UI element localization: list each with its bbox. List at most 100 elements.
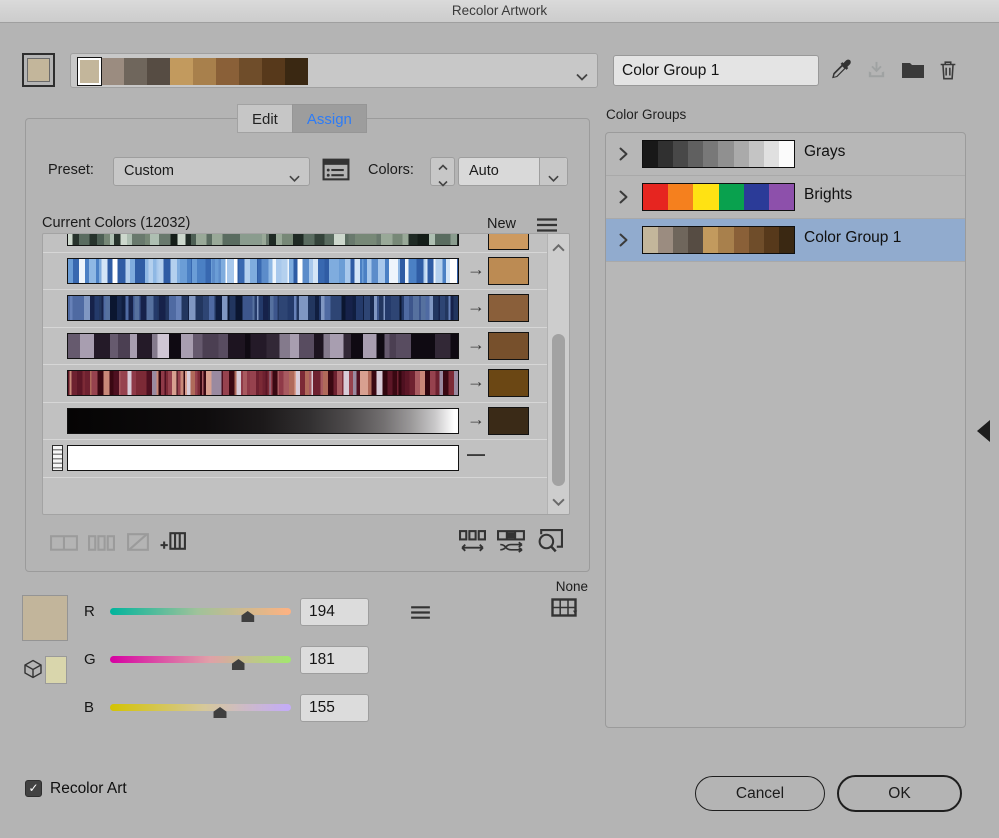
scroll-up-icon[interactable] bbox=[552, 239, 565, 255]
original-colors-strip[interactable] bbox=[67, 234, 459, 246]
new-color-swatch[interactable] bbox=[488, 294, 529, 323]
chevron-down-icon bbox=[576, 68, 588, 84]
original-colors-strip[interactable] bbox=[67, 370, 459, 397]
preset-select[interactable]: Custom bbox=[113, 157, 310, 186]
original-colors-strip[interactable] bbox=[67, 295, 459, 322]
preset-options-button[interactable] bbox=[322, 158, 350, 184]
new-row-button[interactable] bbox=[160, 531, 187, 555]
new-color-swatch[interactable] bbox=[488, 256, 529, 285]
group-name-input[interactable] bbox=[613, 55, 819, 86]
separate-colors-button-disabled[interactable] bbox=[88, 534, 115, 556]
randomize-order-button[interactable] bbox=[497, 530, 526, 556]
tab-bar: Edit Assign bbox=[237, 104, 367, 133]
hamburger-menu-icon bbox=[411, 606, 430, 619]
preset-value: Custom bbox=[124, 163, 174, 179]
group-swatch-strip bbox=[642, 183, 795, 211]
swatch-cell bbox=[768, 184, 795, 210]
current-colors-label: Current Colors (12032) bbox=[42, 215, 191, 231]
swatch-cell bbox=[658, 141, 674, 167]
distribute-colors-button[interactable] bbox=[459, 530, 486, 556]
swatch-cell bbox=[748, 141, 764, 167]
current-color-row-purples[interactable]: → bbox=[43, 328, 548, 366]
slider-handle-b[interactable] bbox=[213, 707, 227, 718]
current-color-row-white[interactable]: — bbox=[43, 440, 548, 479]
new-color-swatch[interactable] bbox=[488, 369, 529, 398]
scrollbar-thumb[interactable] bbox=[552, 334, 565, 486]
group-name: Brights bbox=[804, 186, 853, 203]
current-color-row-light-blues[interactable]: → bbox=[43, 253, 548, 291]
strip-swatch bbox=[124, 58, 147, 85]
colors-stepper[interactable] bbox=[430, 157, 455, 187]
swatch-cell bbox=[718, 184, 744, 210]
delete-group-button[interactable] bbox=[937, 58, 959, 85]
colors-count-select[interactable]: Auto bbox=[458, 157, 568, 186]
arrow-icon: → bbox=[467, 258, 485, 279]
save-icon bbox=[868, 61, 885, 78]
strip-swatch bbox=[77, 57, 102, 86]
current-color-row-greens[interactable] bbox=[43, 234, 548, 253]
expand-chevron-icon[interactable] bbox=[619, 190, 628, 207]
swatch-cell bbox=[673, 227, 689, 253]
new-color-swatch[interactable] bbox=[488, 331, 529, 360]
group-name: Color Group 1 bbox=[804, 229, 902, 246]
slider-handle-g[interactable] bbox=[231, 659, 245, 670]
slider-g[interactable] bbox=[110, 656, 291, 670]
save-group-button-disabled[interactable] bbox=[865, 59, 888, 85]
find-color-button[interactable] bbox=[536, 529, 563, 556]
swatch-cell bbox=[733, 141, 749, 167]
group-swatch-strip bbox=[642, 226, 795, 254]
cancel-button[interactable]: Cancel bbox=[695, 776, 825, 811]
value-input-g[interactable] bbox=[300, 646, 369, 674]
mixer-menu-button[interactable] bbox=[410, 605, 431, 623]
current-color-row-maroons[interactable]: → bbox=[43, 365, 548, 403]
collapse-panel-arrow[interactable] bbox=[977, 420, 990, 442]
in-gamut-color-swatch[interactable] bbox=[45, 656, 67, 684]
swatch-cell bbox=[763, 227, 779, 253]
tab-assign[interactable]: Assign bbox=[291, 104, 367, 133]
slider-r[interactable] bbox=[110, 608, 291, 622]
swatch-cell bbox=[778, 141, 794, 167]
new-color-swatch[interactable] bbox=[488, 234, 529, 250]
color-strip-dropdown[interactable] bbox=[70, 53, 598, 88]
strip-swatch bbox=[147, 58, 170, 85]
original-colors-strip[interactable] bbox=[67, 445, 459, 472]
exclude-colors-button-disabled[interactable] bbox=[126, 532, 151, 556]
recolor-art-checkbox[interactable]: ✓ bbox=[25, 780, 42, 797]
scroll-down-icon[interactable] bbox=[552, 493, 565, 509]
recolor-art-label: Recolor Art bbox=[50, 780, 127, 797]
current-colors-list: → → → → → — bbox=[42, 233, 570, 515]
new-row-icon bbox=[160, 532, 186, 550]
slider-b[interactable] bbox=[110, 704, 291, 718]
current-color-row-black-ramp[interactable]: → bbox=[43, 403, 548, 441]
eyedropper-button[interactable] bbox=[829, 57, 854, 85]
folder-button[interactable] bbox=[901, 59, 925, 84]
slider-handle-r[interactable] bbox=[241, 611, 255, 622]
original-colors-strip[interactable] bbox=[67, 257, 459, 284]
ok-button[interactable]: OK bbox=[837, 775, 962, 812]
value-input-b[interactable] bbox=[300, 694, 369, 722]
merge-colors-button-disabled[interactable] bbox=[50, 534, 79, 556]
value-input-r[interactable] bbox=[300, 598, 369, 626]
new-column-header: New bbox=[487, 216, 517, 232]
colors-select-chevron-cell[interactable] bbox=[539, 158, 567, 185]
chevron-down-icon bbox=[548, 169, 559, 185]
scrollbar[interactable] bbox=[547, 234, 569, 514]
current-color-row-dark-blues[interactable]: → bbox=[43, 290, 548, 328]
swatch-cell bbox=[688, 141, 704, 167]
expand-chevron-icon[interactable] bbox=[619, 147, 628, 164]
arrow-icon: → bbox=[467, 296, 485, 317]
out-of-gamut-cube-icon[interactable] bbox=[23, 659, 43, 682]
original-colors-strip[interactable] bbox=[67, 332, 459, 359]
color-group-row[interactable]: Brights bbox=[606, 176, 965, 219]
tab-edit[interactable]: Edit bbox=[237, 104, 292, 133]
new-color-swatch[interactable] bbox=[488, 406, 529, 435]
row-grip-icon[interactable] bbox=[52, 445, 63, 472]
color-group-row[interactable]: Color Group 1 bbox=[606, 219, 965, 262]
color-strip-swatches bbox=[77, 57, 308, 86]
strip-swatch bbox=[262, 58, 285, 85]
swatch-library-button[interactable] bbox=[551, 598, 584, 623]
recolor-artwork-dialog: Recolor Artwork Color Groups Grays Bright… bbox=[0, 0, 999, 838]
color-group-row[interactable]: Grays bbox=[606, 133, 965, 176]
original-colors-strip[interactable] bbox=[67, 407, 459, 434]
expand-chevron-icon[interactable] bbox=[619, 233, 628, 250]
